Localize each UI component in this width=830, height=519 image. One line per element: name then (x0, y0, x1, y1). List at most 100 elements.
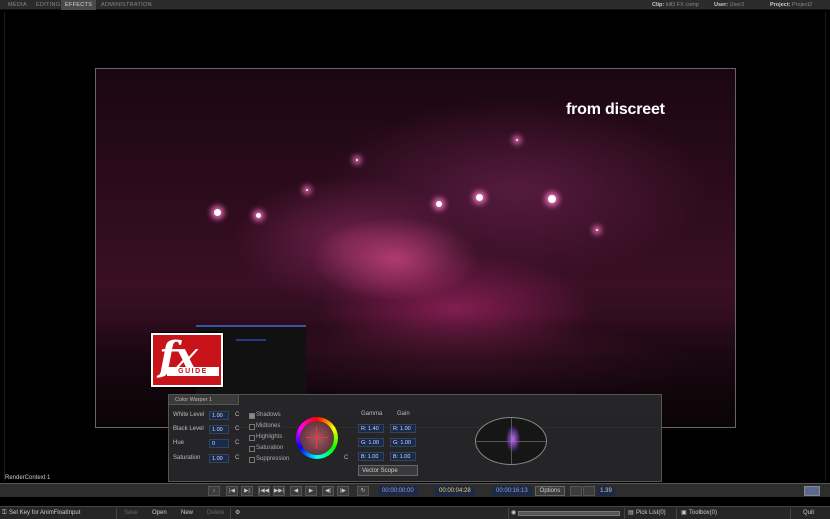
suppression-checkbox[interactable]: Suppression (249, 456, 289, 463)
divider (676, 508, 677, 519)
pick-list-icon[interactable]: ▤ (628, 507, 634, 519)
user-value: User2 (729, 2, 745, 8)
user-label: User: (714, 2, 729, 8)
transport-bar: ↕ |◀ ▶| |◀◀ ▶▶| ◀ ▶ ◀| |▶ ↻ 00:00:00:00 … (0, 483, 830, 497)
saturation-field[interactable]: 1.00 (209, 454, 229, 463)
top-menu-bar: MEDIA EDITING EFFECTS ADMINISTRATION Cli… (0, 0, 830, 10)
user-info: User: User2 (714, 0, 744, 10)
fxguide-logo: fx GUIDE (150, 332, 224, 388)
white-level-label: White Level (173, 412, 205, 418)
gamma-b-field[interactable]: B: 1.00 (358, 452, 384, 461)
delete-button[interactable]: Delete (207, 507, 224, 519)
gamma-label: Gamma (361, 411, 383, 417)
black-level-field[interactable]: 1.00 (209, 425, 229, 434)
timecode-current[interactable]: 00:00:04:28 (435, 486, 475, 496)
saturation-reset-button[interactable]: C (235, 455, 239, 461)
logo-band: GUIDE (167, 367, 219, 376)
highlights-checkbox[interactable]: Highlights (249, 434, 282, 441)
loop-icon[interactable]: ↻ (357, 486, 369, 496)
gain-g-field[interactable]: G: 1.00 (390, 438, 416, 447)
gain-label: Gain (397, 411, 410, 417)
open-button[interactable]: Open (152, 507, 167, 519)
color-wheel[interactable] (296, 417, 338, 459)
tab-editing[interactable]: EDITING (32, 0, 64, 10)
settings-icon[interactable]: ⚙ (235, 507, 240, 519)
firework-spark (476, 194, 483, 201)
divider (230, 508, 231, 519)
white-level-field[interactable]: 1.00 (209, 411, 229, 420)
black-level-label: Black Level (173, 426, 204, 432)
firework-spark (516, 139, 518, 141)
new-button[interactable]: New (181, 507, 193, 519)
project-label: Project: (770, 2, 791, 8)
step-forward-button[interactable]: |▶ (337, 486, 349, 496)
firework-spark (356, 159, 358, 161)
go-to-start-button[interactable]: |◀ (226, 486, 238, 496)
caption-text: from discreet (566, 101, 665, 118)
set-key-status: Set Key for AnimFloatInput (9, 510, 81, 516)
divider (790, 508, 791, 519)
toolbox-icon[interactable]: ▣ (681, 507, 687, 519)
firework-spark (436, 201, 442, 207)
gamma-r-field[interactable]: R: 1.40 (358, 424, 384, 433)
key-icon: ⚿ (2, 510, 7, 516)
save-button[interactable]: Save (124, 507, 138, 519)
color-warper-panel: Color Warper 1 White Level 1.00 C Black … (168, 394, 662, 482)
quit-button[interactable]: Quit (803, 507, 814, 519)
pick-list-button[interactable]: Pick List(0) (636, 507, 666, 519)
keyboard-icon[interactable] (804, 486, 820, 496)
clip-info: Clip: kill3 FX comp (652, 0, 699, 10)
play-reverse-button[interactable]: ◀ (290, 486, 302, 496)
saturation-checkbox[interactable]: Saturation (249, 445, 283, 452)
firework-spark (214, 209, 221, 216)
panel-title: Color Warper 1 (169, 395, 239, 405)
divider (508, 508, 509, 519)
zoom-field[interactable]: 1.39 (597, 486, 615, 496)
step-back-button[interactable]: ◀| (322, 486, 334, 496)
toolbox-button[interactable]: Toolbox(0) (689, 507, 717, 519)
divider (624, 508, 625, 519)
firework-spark (306, 189, 308, 191)
progress-icon: ◉ (511, 510, 517, 516)
clip-label: Clip: (652, 2, 665, 8)
project-info: Project: Project2 (770, 0, 812, 10)
gain-b-field[interactable]: B: 1.00 (390, 452, 416, 461)
timecode-in[interactable]: 00:00:00:00 (378, 486, 418, 496)
toggle-button[interactable]: ↕ (208, 486, 220, 496)
full-view-icon[interactable] (583, 486, 595, 496)
render-context-label: RenderContext 1 (5, 475, 51, 481)
vector-scope-button[interactable]: Vector Scope (358, 465, 418, 476)
white-level-reset-button[interactable]: C (235, 412, 239, 418)
black-level-reset-button[interactable]: C (235, 426, 239, 432)
shadows-checkbox[interactable]: Shadows (249, 412, 281, 419)
firework-spark (256, 213, 261, 218)
tab-media[interactable]: MEDIA (4, 0, 31, 10)
project-value: Project2 (792, 2, 813, 8)
divider (116, 508, 117, 519)
clip-value: kill3 FX comp (665, 2, 699, 8)
options-button[interactable]: Options (535, 486, 565, 496)
play-button[interactable]: ▶ (305, 486, 317, 496)
midtones-checkbox[interactable]: Midtones (249, 423, 280, 430)
scope-trace (506, 426, 520, 452)
progress-bar (518, 511, 620, 516)
hue-field[interactable]: 0 (209, 439, 229, 448)
firework-spark (548, 195, 556, 203)
wheel-crosshair (306, 437, 328, 438)
fit-view-icon[interactable] (570, 486, 582, 496)
gain-r-field[interactable]: R: 1.00 (390, 424, 416, 433)
firework-spark (596, 229, 598, 231)
video-preview[interactable]: from discreet fx GUIDE (95, 68, 736, 428)
rewind-button[interactable]: |◀◀ (258, 486, 270, 496)
timecode-out[interactable]: 00:00:16:13 (492, 486, 532, 496)
gamma-g-field[interactable]: G: 1.00 (358, 438, 384, 447)
tab-administration[interactable]: ADMINISTRATION (97, 0, 156, 10)
go-to-end-button[interactable]: ▶| (241, 486, 253, 496)
fast-forward-button[interactable]: ▶▶| (273, 486, 285, 496)
hue-reset-button[interactable]: C (235, 440, 239, 446)
status-bar: ⚿ Set Key for AnimFloatInput Save Open N… (0, 506, 830, 519)
wheel-reset-button[interactable]: C (344, 455, 348, 461)
vector-scope (475, 417, 547, 465)
tab-effects[interactable]: EFFECTS (61, 0, 97, 10)
saturation-label: Saturation (173, 455, 201, 461)
